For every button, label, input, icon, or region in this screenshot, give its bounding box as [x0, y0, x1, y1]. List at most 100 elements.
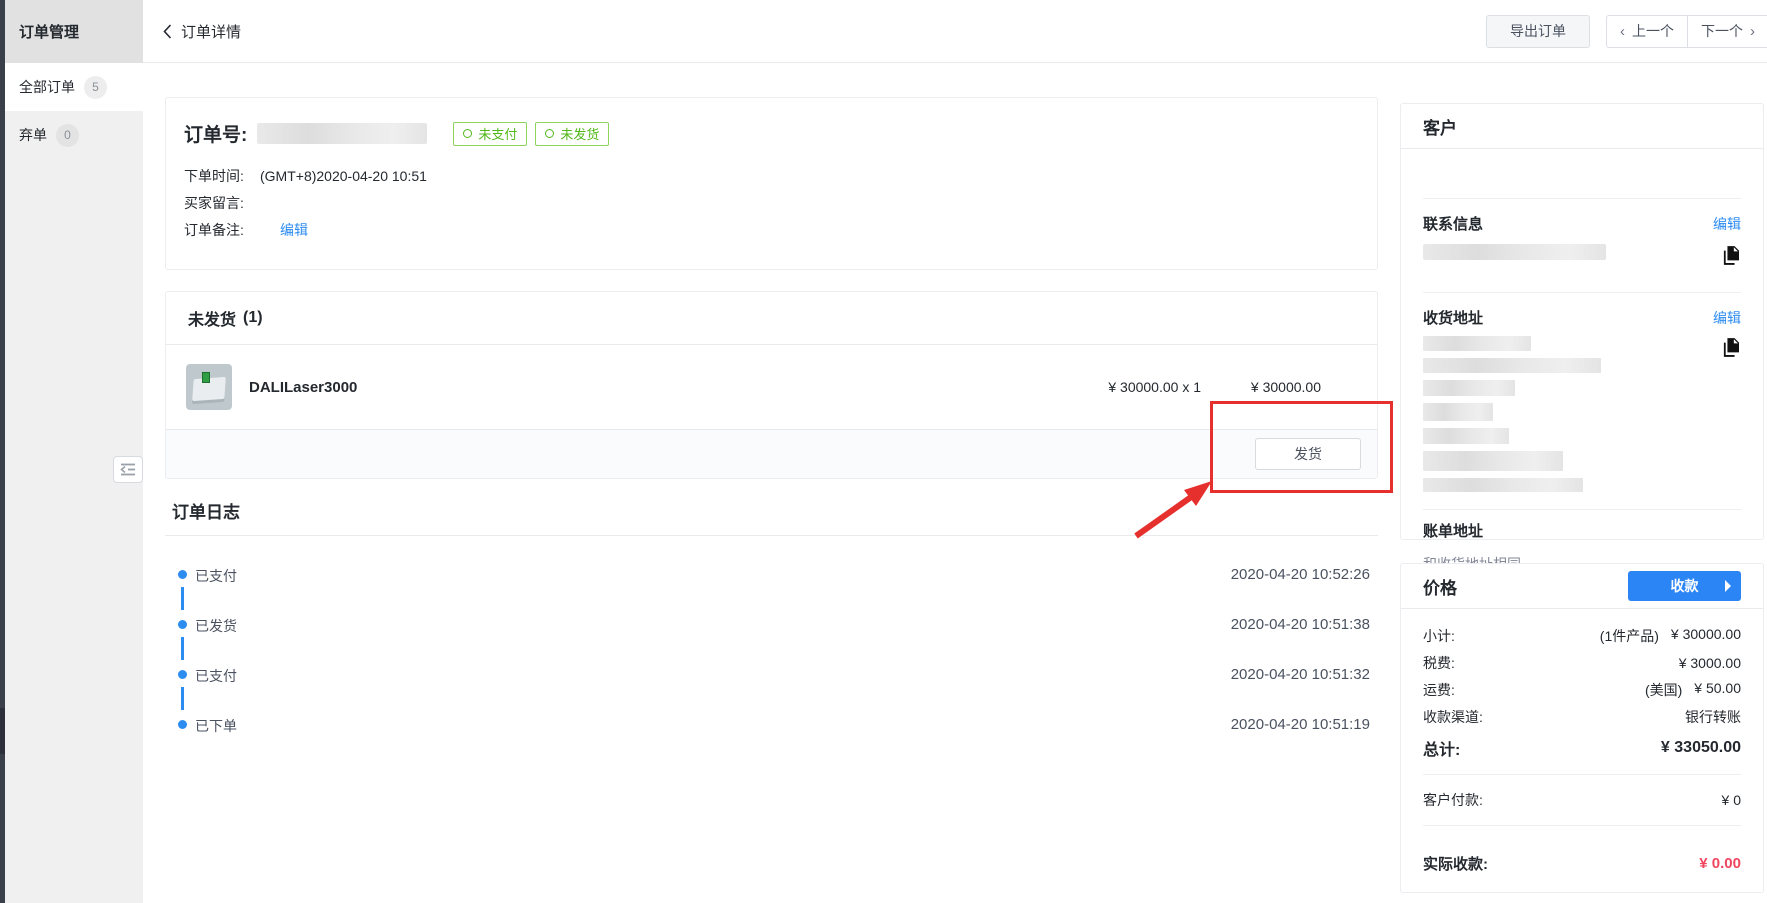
timeline-connector: [181, 637, 184, 660]
shipping-fee-value: ¥ 50.00: [1694, 680, 1741, 700]
status-badge-unpaid: 未支付: [453, 122, 527, 146]
status-badge-label: 未支付: [478, 124, 517, 143]
redacted-line: [1423, 380, 1515, 396]
copy-contact-button[interactable]: [1721, 244, 1741, 270]
sidebar: 全部订单 5 弃单 0: [5, 63, 143, 903]
product-unit-price-qty: ¥ 30000.00 x 1: [1031, 379, 1201, 395]
shipping-fee-row: 运费: (美国) ¥ 50.00: [1423, 676, 1741, 703]
order-status-badges: 未支付 未发货: [453, 122, 609, 146]
status-badge-label: 未发货: [560, 124, 599, 143]
product-image: [186, 364, 232, 410]
shipping-fee-label: 运费:: [1423, 680, 1455, 700]
redacted-shipping-address: [1423, 336, 1623, 499]
fulfillment-header: 未发货 (1): [166, 292, 1377, 345]
status-badge-unshipped: 未发货: [535, 122, 609, 146]
contact-section-header: 联系信息 编辑: [1423, 213, 1741, 234]
billing-section-title: 账单地址: [1423, 520, 1741, 541]
collapse-sidebar-button[interactable]: [113, 456, 143, 483]
next-order-button[interactable]: 下一个 ›: [1687, 15, 1767, 48]
breadcrumb[interactable]: 订单详情: [163, 21, 241, 42]
order-time-value: (GMT+8)2020-04-20 10:51: [260, 168, 427, 184]
payment-channel-value: 银行转账: [1685, 707, 1741, 727]
edit-shipping-link[interactable]: 编辑: [1713, 308, 1741, 328]
customer-paid-row: 客户付款: ¥ 0: [1423, 775, 1741, 825]
chevron-right-icon: ›: [1750, 23, 1755, 40]
copy-icon: [1723, 246, 1739, 265]
order-detail-page: 订单管理 订单详情 导出订单 ‹ 上一个 下一个 ›: [0, 0, 1767, 903]
all-orders-count-badge: 5: [84, 76, 107, 99]
sidebar-item-abandoned-orders[interactable]: 弃单 0: [5, 111, 143, 159]
order-summary-card: 订单号: 未支付 未发货 下单时间: (GMT+8)2020-04-20 10:…: [165, 97, 1378, 270]
actual-received-label: 实际收款:: [1423, 853, 1488, 874]
subtotal-row: 小计: (1件产品) ¥ 30000.00: [1423, 622, 1741, 649]
collect-payment-button[interactable]: 收款: [1628, 571, 1741, 601]
edit-order-note-link[interactable]: 编辑: [280, 220, 308, 240]
log-entry-label: 已下单: [195, 716, 237, 736]
fulfillment-footer: 发货: [166, 430, 1377, 478]
timeline-connector: [181, 687, 184, 710]
product-total-price: ¥ 30000.00: [1201, 379, 1321, 395]
log-entry-time: 2020-04-20 10:52:26: [1231, 566, 1370, 583]
order-log-entries: 已支付 2020-04-20 10:52:26 已发货 2020-04-20 1…: [165, 566, 1378, 766]
order-head-row: 订单号: 未支付 未发货: [184, 120, 1353, 147]
divider: [1423, 198, 1741, 199]
product-name: DALILaser3000: [249, 379, 357, 396]
order-note-row: 订单备注: 编辑: [184, 216, 1353, 243]
redacted-line: [1423, 451, 1563, 471]
total-value: ¥ 33050.00: [1661, 739, 1741, 757]
back-icon[interactable]: [163, 24, 172, 39]
log-entry-label: 已发货: [195, 616, 237, 636]
fulfillment-card: 未发货 (1) DALILaser3000 ¥ 30000.00 x 1 ¥ 3…: [165, 291, 1378, 479]
status-dot-icon: [545, 129, 554, 138]
pricing-card-body: 小计: (1件产品) ¥ 30000.00 税费: ¥ 3000.00 运费: …: [1401, 622, 1763, 878]
next-order-label: 下一个: [1701, 21, 1743, 41]
total-label: 总计:: [1423, 736, 1460, 760]
customer-paid-label: 客户付款:: [1423, 790, 1483, 810]
copy-icon: [1723, 338, 1739, 357]
order-fields: 下单时间: (GMT+8)2020-04-20 10:51 买家留言: 订单备注…: [184, 162, 1353, 243]
buyer-message-row: 买家留言:: [184, 189, 1353, 216]
module-header: 订单管理: [5, 0, 143, 63]
total-row: 总计: ¥ 33050.00: [1423, 732, 1741, 764]
copy-shipping-button[interactable]: [1721, 336, 1741, 362]
fulfillment-count: (1): [243, 309, 263, 327]
fulfillment-title: 未发货: [188, 306, 236, 330]
annotation-arrow: [1126, 478, 1218, 542]
sidebar-item-label: 弃单: [19, 125, 47, 145]
timeline-dot-icon: [178, 570, 187, 579]
log-entry-label: 已支付: [195, 666, 237, 686]
redacted-line: [1423, 428, 1509, 444]
collapse-sidebar-icon: [120, 463, 136, 476]
customer-name-area: [1423, 149, 1741, 198]
divider: [1423, 292, 1741, 293]
log-entry-time: 2020-04-20 10:51:38: [1231, 616, 1370, 633]
tax-label: 税费:: [1423, 653, 1455, 673]
customer-card-body: 联系信息 编辑 收货地址 编辑: [1401, 149, 1763, 574]
module-title: 订单管理: [19, 21, 79, 42]
timeline-dot-icon: [178, 670, 187, 679]
chevron-left-icon: ‹: [1620, 23, 1625, 40]
tax-value: ¥ 3000.00: [1679, 655, 1741, 671]
customer-paid-value: ¥ 0: [1722, 792, 1741, 808]
edit-contact-link[interactable]: 编辑: [1713, 214, 1741, 234]
pricing-card: 价格 收款 小计: (1件产品) ¥ 30000.00 税费: ¥ 30: [1400, 563, 1764, 893]
pricing-card-header: 价格 收款: [1401, 564, 1763, 609]
order-note-label: 订单备注:: [184, 220, 260, 240]
collect-payment-label: 收款: [1671, 576, 1699, 596]
payment-channel-row: 收款渠道: 银行转账: [1423, 703, 1741, 730]
sidebar-item-all-orders[interactable]: 全部订单 5: [5, 63, 143, 111]
previous-order-button[interactable]: ‹ 上一个: [1606, 15, 1688, 48]
log-entry-time: 2020-04-20 10:51:19: [1231, 716, 1370, 733]
arrow-right-icon: [1725, 580, 1731, 592]
breadcrumb-title: 订单详情: [181, 21, 241, 42]
log-entry: 已支付 2020-04-20 10:52:26: [165, 566, 1378, 616]
customer-card-title: 客户: [1423, 114, 1457, 139]
export-orders-button[interactable]: 导出订单: [1486, 15, 1590, 48]
tax-row: 税费: ¥ 3000.00: [1423, 649, 1741, 676]
log-entry-time: 2020-04-20 10:51:32: [1231, 666, 1370, 683]
contact-section-title: 联系信息: [1423, 213, 1483, 234]
spacer: [1423, 826, 1741, 848]
topbar: 订单详情 导出订单 ‹ 上一个 下一个 ›: [143, 0, 1767, 63]
buyer-message-label: 买家留言:: [184, 193, 260, 213]
topbar-actions: 导出订单 ‹ 上一个 下一个 ›: [1486, 15, 1767, 48]
